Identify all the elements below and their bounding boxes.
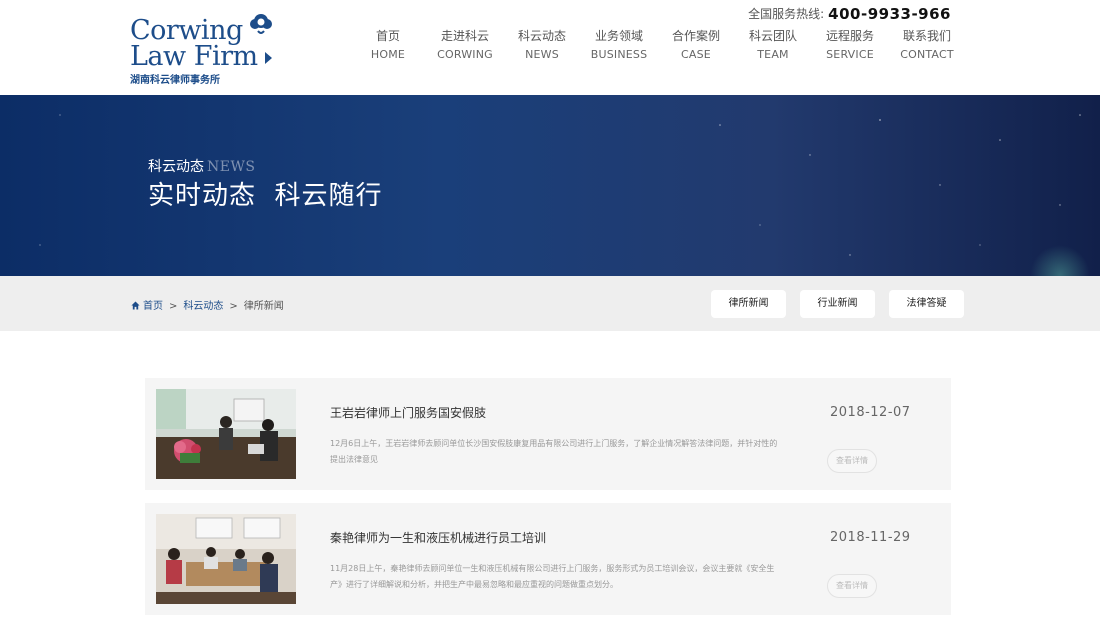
home-icon <box>131 301 140 310</box>
hero-banner: 科云动态 NEWS 实时动态 科云随行 <box>0 95 1100 276</box>
nav-label-cn: 走进科云 <box>440 29 489 43</box>
nav-label-cn: 合作案例 <box>671 29 720 43</box>
tab-firm-news[interactable]: 律所新闻 <box>711 290 786 318</box>
cloud-icon <box>250 14 272 34</box>
nav-item-corwing[interactable]: 走进科云 CORWING <box>426 28 504 63</box>
news-item[interactable]: 王岩岩律师上门服务国安假肢 12月6日上午，王岩岩律师去顾问单位长沙国安假肢康复… <box>145 378 951 490</box>
hotline: 全国服务热线: 400-9933-966 <box>748 3 951 23</box>
breadcrumb-current: 律所新闻 <box>243 301 284 312</box>
news-title[interactable]: 王岩岩律师上门服务国安假肢 <box>330 404 486 421</box>
banner-subtitle-cn: 科云动态 <box>148 159 204 175</box>
nav-label-cn: 科云团队 <box>748 29 797 43</box>
nav-label-cn: 远程服务 <box>825 29 874 43</box>
news-photo-training-session <box>156 514 296 604</box>
nav-label-cn: 首页 <box>375 29 400 43</box>
nav-label-en: TEAM <box>757 48 789 61</box>
tab-legal-qa[interactable]: 法律答疑 <box>889 290 964 318</box>
nav-item-team[interactable]: 科云团队 TEAM <box>734 28 812 63</box>
site-header: Corwing Law Firm 湖南科云律师事务所 全国服务热线: 400-99… <box>0 0 1100 95</box>
nav-label-en: HOME <box>370 48 406 61</box>
news-date: 2018-11-29 <box>830 530 911 545</box>
nav-label-cn: 业务领域 <box>594 29 643 43</box>
nav-label-en: CORWING <box>437 48 493 61</box>
nav-label-en: CASE <box>681 48 711 61</box>
nav-item-news[interactable]: 科云动态 NEWS <box>503 28 581 63</box>
logo-text-line2: Law Firm <box>130 41 258 72</box>
nav-item-contact[interactable]: 联系我们 CONTACT <box>888 28 966 63</box>
nav-label-en: NEWS <box>525 48 559 61</box>
breadcrumb: 首页 > 科云动态 > 律所新闻 <box>131 297 284 312</box>
breadcrumb-news[interactable]: 科云动态 <box>183 301 223 312</box>
breadcrumb-separator: > <box>169 301 178 312</box>
breadcrumb-separator: > <box>229 301 238 312</box>
hotline-label: 全国服务热线: <box>748 7 825 21</box>
breadcrumb-bar: 首页 > 科云动态 > 律所新闻 律所新闻 行业新闻 法律答疑 <box>0 276 1100 331</box>
news-photo-office-meeting <box>156 389 296 479</box>
banner-subtitle: 科云动态 NEWS <box>148 156 255 176</box>
news-date: 2018-12-07 <box>830 405 911 420</box>
nav-item-home[interactable]: 首页 HOME <box>349 28 427 63</box>
logo-subtitle: 湖南科云律师事务所 <box>130 75 220 86</box>
nav-label-en: SERVICE <box>826 48 874 61</box>
tab-industry-news[interactable]: 行业新闻 <box>800 290 875 318</box>
logo[interactable]: Corwing Law Firm 湖南科云律师事务所 <box>130 12 280 86</box>
nav-item-service[interactable]: 远程服务 SERVICE <box>811 28 889 63</box>
nav-label-cn: 科云动态 <box>517 29 566 43</box>
breadcrumb-home[interactable]: 首页 <box>143 301 163 312</box>
nav-label-en: CONTACT <box>900 48 954 61</box>
view-details-button[interactable]: 查看详情 <box>827 574 877 598</box>
nav-label-cn: 联系我们 <box>902 29 951 43</box>
news-title[interactable]: 秦艳律师为一生和液压机械进行员工培训 <box>330 529 546 546</box>
news-summary: 12月6日上午，王岩岩律师去顾问单位长沙国安假肢康复用品有限公司进行上门服务，了… <box>330 439 778 464</box>
news-category-tabs: 律所新闻 行业新闻 法律答疑 <box>711 290 964 318</box>
news-item[interactable]: 秦艳律师为一生和液压机械进行员工培训 11月28日上午，秦艳律师去顾问单位一生和… <box>145 503 951 615</box>
news-summary: 11月28日上午，秦艳律师去顾问单位一生和液压机械有限公司进行上门服务，服务形式… <box>330 564 775 589</box>
nav-item-business[interactable]: 业务领域 BUSINESS <box>580 28 658 63</box>
view-details-button[interactable]: 查看详情 <box>827 449 877 473</box>
hotline-number: 400-9933-966 <box>828 4 951 23</box>
nav-label-en: BUSINESS <box>590 48 648 61</box>
logo-arrow-icon <box>265 52 272 64</box>
banner-title: 实时动态 科云随行 <box>148 181 383 211</box>
banner-subtitle-en: NEWS <box>207 159 256 175</box>
news-thumbnail[interactable] <box>156 514 296 604</box>
nav-item-case[interactable]: 合作案例 CASE <box>657 28 735 63</box>
news-thumbnail[interactable] <box>156 389 296 479</box>
